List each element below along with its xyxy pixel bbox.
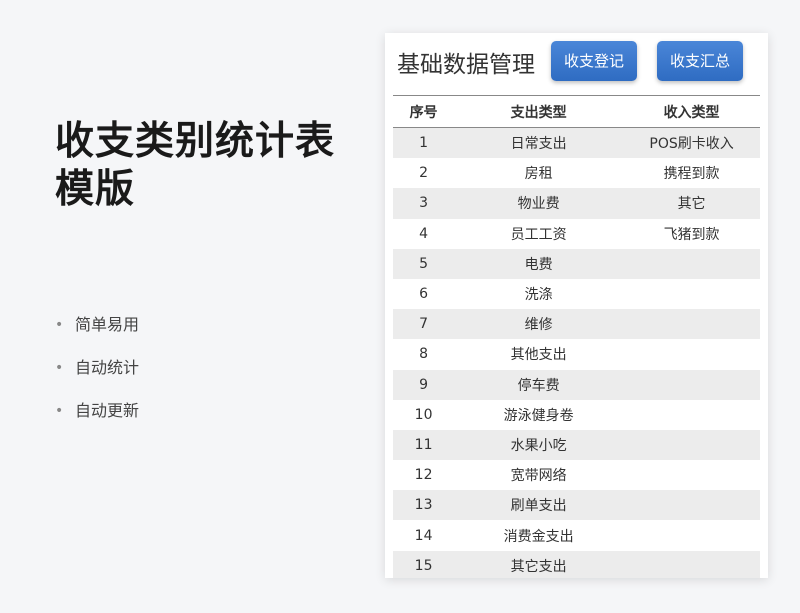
index-cell: 10 [393,399,455,430]
category-table: 序号 支出类型 收入类型 1 日常支出 POS刷卡收入 2 房租 携程到款 3 物业费 其它 4 员… [393,95,760,578]
income-type-cell [623,550,760,578]
column-header-expense-type: 支出类型 [454,95,624,128]
table-row[interactable]: 8 其他支出 [393,339,760,370]
index-cell: 11 [393,429,455,461]
column-header-index: 序号 [393,95,455,128]
index-cell: 9 [393,369,455,400]
index-cell: 6 [393,278,455,310]
table-row[interactable]: 2 房租 携程到款 [393,158,760,189]
income-expense-entry-button[interactable]: 收支登记 [551,41,637,81]
feature-label: 自动更新 [75,401,140,420]
table-row[interactable]: 11 水果小吃 [393,429,760,461]
income-type-cell: 携程到款 [623,158,760,189]
table-row[interactable]: 6 洗涤 [393,278,760,310]
income-type-cell [623,399,760,430]
expense-type-cell: 洗涤 [454,278,624,310]
slide-title: 收支类别统计表 模版 [55,118,375,214]
data-management-panel: 基础数据管理 收支登记 收支汇总 序号 支出类型 收入类型 1 日常支出 POS刷卡… [385,33,768,578]
index-cell: 1 [393,127,455,159]
income-type-cell [623,460,760,491]
table-row[interactable]: 5 电费 [393,248,760,279]
expense-type-cell: 电费 [454,248,624,279]
income-type-cell: 其它 [623,188,760,219]
index-cell: 3 [393,188,455,219]
panel-header: 基础数据管理 收支登记 收支汇总 [385,33,768,95]
table-body: 1 日常支出 POS刷卡收入 2 房租 携程到款 3 物业费 其它 4 员工工资 飞猪到款 5 电费 6 洗涤… [393,127,760,578]
expense-type-cell: 游泳健身卷 [454,399,624,430]
expense-type-cell: 日常支出 [454,127,624,159]
income-type-cell [623,429,760,461]
income-type-cell [623,309,760,340]
index-cell: 8 [393,339,455,370]
index-cell: 2 [393,158,455,189]
slide-title-block: 收支类别统计表 模版 [55,118,375,214]
income-type-cell [623,520,760,551]
table-row[interactable]: 15 其它支出 [393,550,760,578]
income-expense-summary-button[interactable]: 收支汇总 [657,41,743,81]
bullet-icon: • [55,360,64,376]
expense-type-cell: 房租 [454,158,624,189]
income-type-cell [623,278,760,310]
table-header-row: 序号 支出类型 收入类型 [393,95,760,128]
table-row[interactable]: 14 消费金支出 [393,520,760,551]
slide-title-line2: 模版 [55,167,136,212]
expense-type-cell: 消费金支出 [454,520,624,551]
feature-list: • 简单易用 • 自动统计 • 自动更新 [55,312,139,441]
index-cell: 13 [393,490,455,521]
index-cell: 4 [393,218,455,249]
expense-type-cell: 其它支出 [454,550,624,578]
index-cell: 5 [393,248,455,279]
index-cell: 7 [393,309,455,340]
index-cell: 12 [393,460,455,491]
expense-type-cell: 水果小吃 [454,429,624,461]
expense-type-cell: 员工工资 [454,218,624,249]
income-type-cell [623,339,760,370]
panel-title: 基础数据管理 [397,52,535,78]
table-row[interactable]: 7 维修 [393,309,760,340]
index-cell: 15 [393,550,455,578]
expense-type-cell: 物业费 [454,188,624,219]
income-type-cell: POS刷卡收入 [623,127,760,159]
feature-label: 简单易用 [75,315,140,334]
feature-item: • 自动统计 [55,355,139,398]
slide-title-line1: 收支类别统计表 [55,119,336,164]
bullet-icon: • [55,403,64,419]
table-row[interactable]: 10 游泳健身卷 [393,399,760,430]
expense-type-cell: 维修 [454,309,624,340]
column-header-income-type: 收入类型 [623,95,760,128]
income-type-cell: 飞猪到款 [623,218,760,249]
income-type-cell [623,490,760,521]
expense-type-cell: 其他支出 [454,339,624,370]
table-row[interactable]: 13 刷单支出 [393,490,760,521]
index-cell: 14 [393,520,455,551]
table-row[interactable]: 12 宽带网络 [393,460,760,491]
expense-type-cell: 停车费 [454,369,624,400]
expense-type-cell: 宽带网络 [454,460,624,491]
expense-type-cell: 刷单支出 [454,490,624,521]
table-row[interactable]: 1 日常支出 POS刷卡收入 [393,127,760,159]
table-row[interactable]: 3 物业费 其它 [393,188,760,219]
income-type-cell [623,248,760,279]
income-type-cell [623,369,760,400]
feature-item: • 简单易用 [55,312,139,355]
table-row[interactable]: 9 停车费 [393,369,760,400]
bullet-icon: • [55,317,64,333]
feature-item: • 自动更新 [55,398,139,441]
table-row[interactable]: 4 员工工资 飞猪到款 [393,218,760,249]
feature-label: 自动统计 [75,358,140,377]
